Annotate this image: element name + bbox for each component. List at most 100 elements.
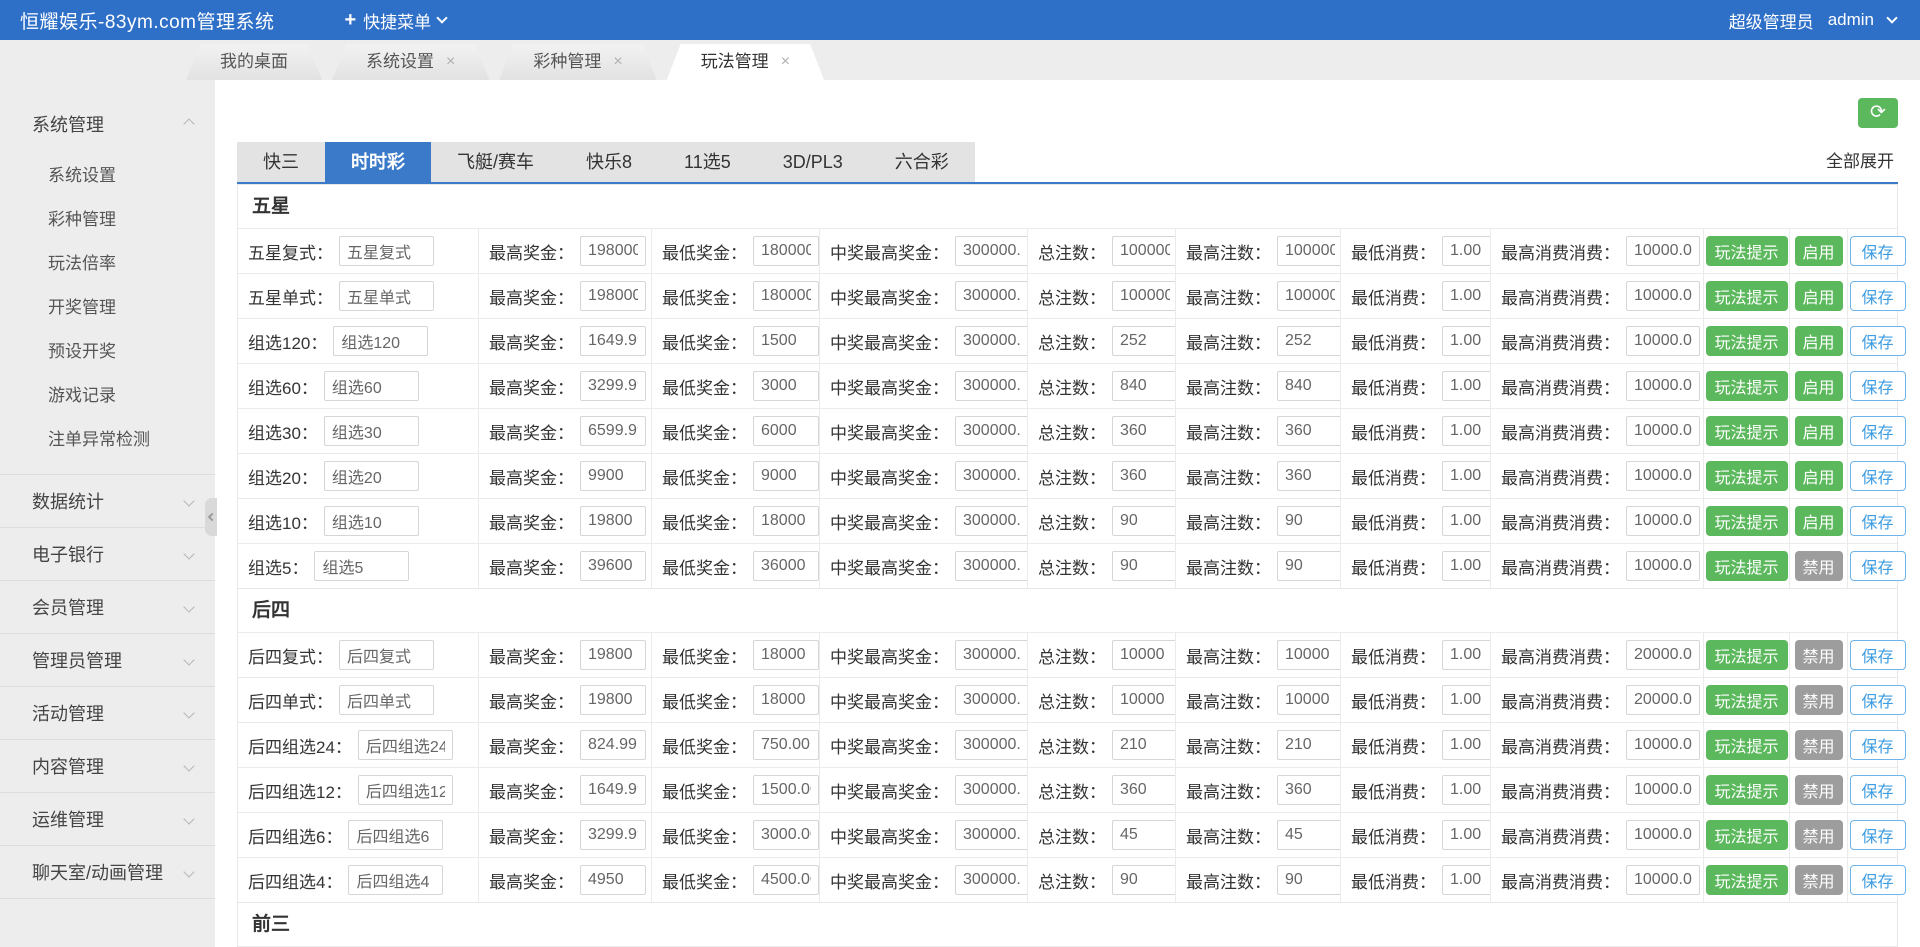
max-cost-input[interactable] [1626, 281, 1700, 311]
sidebar-item-彩种管理[interactable]: 彩种管理 [0, 198, 215, 242]
max-bets-input[interactable] [1277, 281, 1340, 311]
play-name-input[interactable] [348, 820, 444, 850]
max-prize-input[interactable] [580, 685, 646, 715]
tab-close-icon[interactable]: × [613, 44, 622, 80]
total-bets-input[interactable] [1112, 640, 1175, 670]
max-bets-input[interactable] [1277, 640, 1340, 670]
min-cost-input[interactable] [1442, 371, 1490, 401]
max-bets-input[interactable] [1277, 371, 1340, 401]
max-cost-input[interactable] [1626, 506, 1700, 536]
min-prize-input[interactable] [753, 416, 819, 446]
status-toggle-button[interactable]: 禁用 [1794, 865, 1843, 895]
max-cost-input[interactable] [1626, 236, 1700, 266]
win-max-prize-input[interactable] [955, 416, 1027, 446]
play-tip-button[interactable]: 玩法提示 [1705, 640, 1788, 670]
min-prize-input[interactable] [753, 326, 819, 356]
sidebar-item-开奖管理[interactable]: 开奖管理 [0, 286, 215, 330]
status-toggle-button[interactable]: 启用 [1794, 416, 1843, 446]
play-name-input[interactable] [323, 371, 419, 401]
play-tip-button[interactable]: 玩法提示 [1705, 326, 1788, 356]
min-prize-input[interactable] [753, 865, 819, 895]
max-bets-input[interactable] [1277, 775, 1340, 805]
play-tip-button[interactable]: 玩法提示 [1705, 730, 1788, 760]
total-bets-input[interactable] [1112, 820, 1175, 850]
min-prize-input[interactable] [753, 236, 819, 266]
win-max-prize-input[interactable] [955, 551, 1027, 581]
play-name-input[interactable] [323, 416, 419, 446]
status-toggle-button[interactable]: 禁用 [1794, 820, 1843, 850]
save-button[interactable]: 保存 [1849, 416, 1906, 446]
max-prize-input[interactable] [580, 326, 646, 356]
play-name-input[interactable] [323, 461, 419, 491]
win-max-prize-input[interactable] [955, 685, 1027, 715]
min-prize-input[interactable] [753, 730, 819, 760]
quick-menu-button[interactable]: + 快捷菜单 [344, 8, 448, 33]
window-tab-我的桌面[interactable]: 我的桌面 [186, 44, 322, 80]
min-prize-input[interactable] [753, 820, 819, 850]
user-menu[interactable]: 超级管理员 admin [1729, 8, 1898, 33]
play-tip-button[interactable]: 玩法提示 [1705, 865, 1788, 895]
max-prize-input[interactable] [580, 371, 646, 401]
max-prize-input[interactable] [580, 551, 646, 581]
tab-close-icon[interactable]: × [446, 44, 455, 80]
window-tab-彩种管理[interactable]: 彩种管理 × [499, 44, 656, 80]
play-tip-button[interactable]: 玩法提示 [1705, 281, 1788, 311]
min-cost-input[interactable] [1442, 730, 1490, 760]
max-bets-input[interactable] [1277, 820, 1340, 850]
total-bets-input[interactable] [1112, 416, 1175, 446]
save-button[interactable]: 保存 [1849, 371, 1906, 401]
max-bets-input[interactable] [1277, 236, 1340, 266]
total-bets-input[interactable] [1112, 236, 1175, 266]
sidebar-item-系统设置[interactable]: 系统设置 [0, 154, 215, 198]
min-cost-input[interactable] [1442, 461, 1490, 491]
save-button[interactable]: 保存 [1849, 461, 1906, 491]
max-cost-input[interactable] [1626, 730, 1700, 760]
min-cost-input[interactable] [1442, 775, 1490, 805]
max-bets-input[interactable] [1277, 730, 1340, 760]
game-tab-快三[interactable]: 快三 [237, 142, 325, 182]
status-toggle-button[interactable]: 启用 [1794, 461, 1843, 491]
sidebar-group-聊天室/动画管理[interactable]: 聊天室/动画管理 [0, 846, 215, 898]
status-toggle-button[interactable]: 禁用 [1794, 775, 1843, 805]
game-tab-11选5[interactable]: 11选5 [658, 142, 757, 182]
max-prize-input[interactable] [580, 775, 646, 805]
min-cost-input[interactable] [1442, 506, 1490, 536]
status-toggle-button[interactable]: 禁用 [1794, 551, 1843, 581]
total-bets-input[interactable] [1112, 730, 1175, 760]
play-tip-button[interactable]: 玩法提示 [1705, 820, 1788, 850]
save-button[interactable]: 保存 [1849, 820, 1906, 850]
play-name-input[interactable] [339, 685, 434, 715]
save-button[interactable]: 保存 [1849, 730, 1906, 760]
save-button[interactable]: 保存 [1849, 506, 1906, 536]
play-tip-button[interactable]: 玩法提示 [1705, 551, 1788, 581]
max-cost-input[interactable] [1626, 551, 1700, 581]
status-toggle-button[interactable]: 禁用 [1794, 730, 1843, 760]
min-prize-input[interactable] [753, 685, 819, 715]
min-prize-input[interactable] [753, 281, 819, 311]
win-max-prize-input[interactable] [955, 865, 1027, 895]
min-cost-input[interactable] [1442, 326, 1490, 356]
total-bets-input[interactable] [1112, 775, 1175, 805]
win-max-prize-input[interactable] [955, 281, 1027, 311]
tab-close-icon[interactable]: × [781, 44, 790, 80]
play-tip-button[interactable]: 玩法提示 [1705, 461, 1788, 491]
max-cost-input[interactable] [1626, 685, 1700, 715]
status-toggle-button[interactable]: 启用 [1794, 326, 1843, 356]
sidebar-group-活动管理[interactable]: 活动管理 [0, 687, 215, 739]
min-cost-input[interactable] [1442, 820, 1490, 850]
win-max-prize-input[interactable] [955, 730, 1027, 760]
game-tab-时时彩[interactable]: 时时彩 [325, 142, 431, 182]
win-max-prize-input[interactable] [955, 506, 1027, 536]
max-bets-input[interactable] [1277, 461, 1340, 491]
sidebar-item-玩法倍率[interactable]: 玩法倍率 [0, 242, 215, 286]
save-button[interactable]: 保存 [1849, 685, 1906, 715]
min-prize-input[interactable] [753, 551, 819, 581]
total-bets-input[interactable] [1112, 551, 1175, 581]
win-max-prize-input[interactable] [955, 326, 1027, 356]
max-prize-input[interactable] [580, 506, 646, 536]
sidebar-group-内容管理[interactable]: 内容管理 [0, 740, 215, 792]
min-cost-input[interactable] [1442, 640, 1490, 670]
play-name-input[interactable] [323, 506, 419, 536]
play-name-input[interactable] [339, 236, 434, 266]
play-name-input[interactable] [339, 281, 434, 311]
